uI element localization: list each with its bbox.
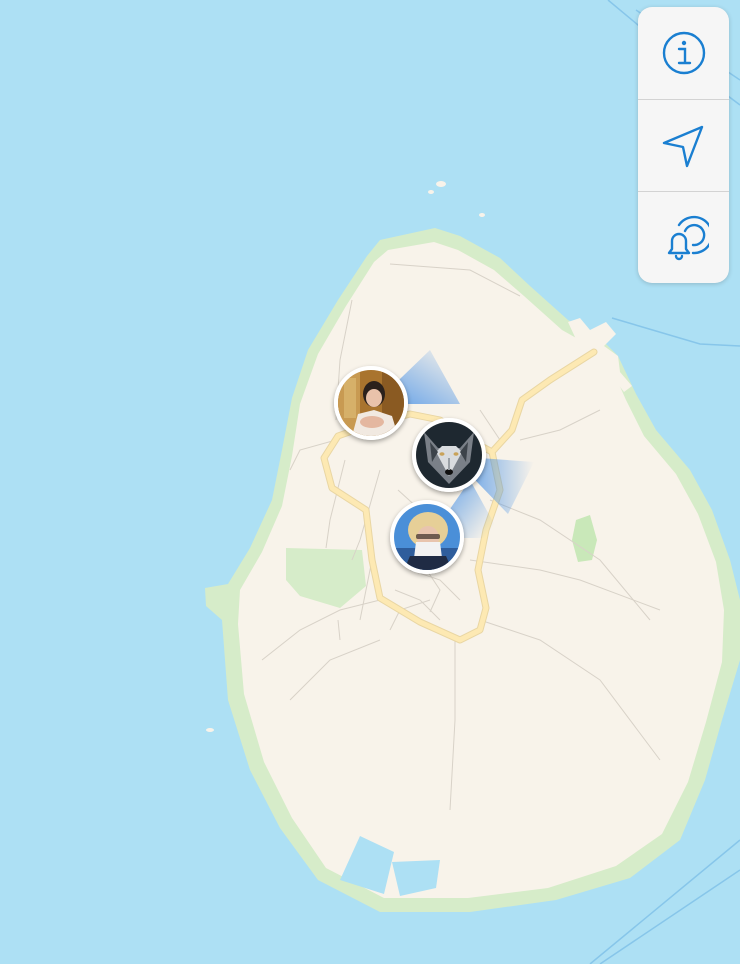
map-canvas[interactable] [0,0,740,964]
portrait-indoor-photo [338,370,404,436]
portrait-outdoor-photo [394,504,460,570]
map-controls-panel [638,7,729,283]
avatar-person-1[interactable] [334,366,408,440]
info-button[interactable] [638,7,729,99]
map-view[interactable] [0,0,740,964]
locate-button[interactable] [638,99,729,192]
info-icon [662,31,705,75]
wolf-photo [416,422,482,488]
bell-icon [667,215,709,261]
avatar-person-3[interactable] [390,500,464,574]
avatar-person-2[interactable] [412,418,486,492]
location-arrow-icon [662,125,703,168]
notify-button[interactable] [638,191,729,283]
